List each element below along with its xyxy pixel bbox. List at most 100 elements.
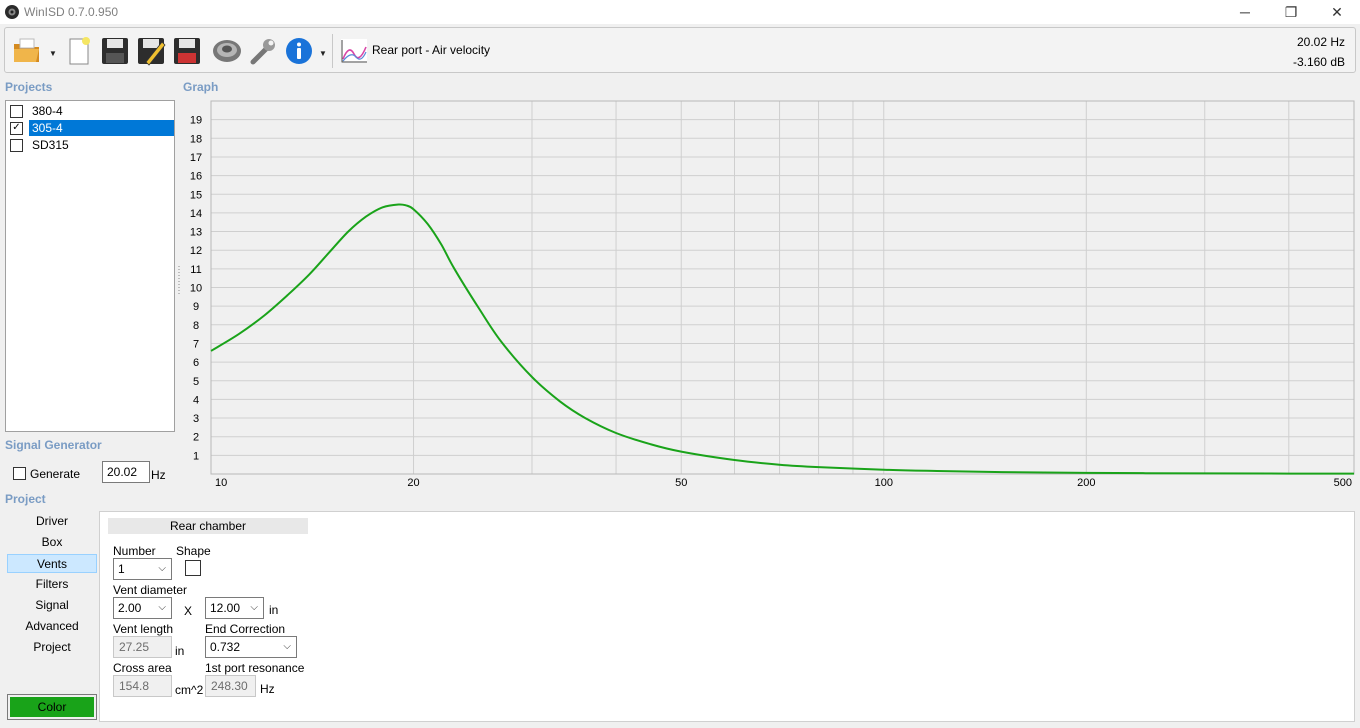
y-tick-label: 13 <box>190 227 202 239</box>
vents-panel: Rear chamber Number Shape 1 ⌵ Vent diame… <box>99 511 1355 722</box>
cursor-frequency-readout: 20.02 Hz <box>1296 35 1345 49</box>
graph-section-label: Graph <box>183 80 219 94</box>
generate-checkbox[interactable] <box>13 467 26 480</box>
port-resonance-field: 248.30 <box>205 675 256 697</box>
nav-driver[interactable]: Driver <box>7 512 97 531</box>
x-tick-label: 100 <box>875 477 893 489</box>
vent-second-dimension-select[interactable]: 12.00 ⌵ <box>205 597 264 619</box>
project-checkbox[interactable] <box>10 138 23 152</box>
chevron-down-icon: ⌵ <box>158 563 166 574</box>
air-velocity-graph[interactable]: 12345678910111213141516171819 10 20 50 100 2… <box>176 96 1356 492</box>
project-section-label: Project <box>5 492 46 506</box>
vent-length-label: Vent length <box>113 622 174 636</box>
graph-type-button[interactable] <box>339 33 369 69</box>
about-dropdown-caret-icon[interactable]: ▼ <box>319 49 327 58</box>
close-button[interactable]: ✕ <box>1314 0 1360 24</box>
project-item-380-4[interactable]: 380-4 <box>6 103 174 119</box>
number-select-value: 1 <box>118 562 125 576</box>
y-tick-label: 18 <box>190 133 202 145</box>
window-title: WinISD 0.7.0.950 <box>24 5 119 19</box>
port-resonance-unit: Hz <box>260 682 275 696</box>
open-folder-icon <box>14 38 39 62</box>
graph-selector-label[interactable]: Rear port - Air velocity <box>372 43 490 57</box>
chevron-down-icon: ⌵ <box>283 641 291 652</box>
save-as-button[interactable] <box>135 33 167 69</box>
generator-frequency-input[interactable] <box>102 461 150 483</box>
project-item-305-4[interactable]: ✓ 305-4 <box>6 120 174 136</box>
port-resonance-label: 1st port resonance <box>205 661 305 675</box>
y-tick-label: 6 <box>193 357 199 369</box>
x-axis-ticks: 10 20 50 100 200 500 <box>215 477 1352 489</box>
x-tick-label: 50 <box>675 477 687 489</box>
y-axis-ticks: 12345678910111213141516171819 <box>190 115 202 463</box>
projects-section-label: Projects <box>5 80 53 94</box>
x-tick-label: 10 <box>215 477 227 489</box>
vent-length-field: 27.25 <box>113 636 172 658</box>
generator-frequency-unit: Hz <box>151 468 166 482</box>
cursor-level-readout: -3.160 dB <box>1292 55 1345 69</box>
minimize-button[interactable]: ─ <box>1222 0 1268 24</box>
winisd-window: WinISD 0.7.0.950 ─ ❐ ✕ ▼ ▼ Rear port - A… <box>0 0 1360 728</box>
info-icon <box>286 38 312 64</box>
project-list[interactable]: 380-4 ✓ 305-4 SD315 <box>5 100 175 432</box>
chamber-header: Rear chamber <box>108 518 308 534</box>
color-button[interactable]: Color <box>7 694 97 720</box>
project-item-sd315[interactable]: SD315 <box>6 137 174 153</box>
y-tick-label: 1 <box>193 450 199 462</box>
y-tick-label: 11 <box>190 264 201 276</box>
shape-checkbox[interactable] <box>185 560 201 576</box>
dimension-unit: in <box>269 603 279 617</box>
speaker-driver-icon <box>213 40 241 62</box>
y-tick-label: 3 <box>193 413 199 425</box>
toolbar-separator <box>332 34 333 68</box>
project-name: 305-4 <box>29 120 174 136</box>
new-document-icon <box>69 37 90 65</box>
save-icon <box>102 38 128 64</box>
number-select[interactable]: 1 ⌵ <box>113 558 172 580</box>
app-icon <box>5 5 19 19</box>
nav-filters[interactable]: Filters <box>7 575 97 594</box>
project-checkbox[interactable] <box>10 104 23 118</box>
y-tick-label: 7 <box>193 338 199 350</box>
open-project-button[interactable] <box>11 33 43 69</box>
y-tick-label: 2 <box>193 432 199 444</box>
nav-advanced[interactable]: Advanced <box>7 617 97 636</box>
wrench-icon <box>250 39 275 65</box>
chevron-down-icon: ⌵ <box>158 602 166 613</box>
project-name: SD315 <box>32 138 69 152</box>
maximize-button[interactable]: ❐ <box>1268 0 1314 24</box>
end-correction-select[interactable]: 0.732 ⌵ <box>205 636 297 658</box>
about-button[interactable] <box>283 33 315 69</box>
cross-area-unit: cm^2 <box>175 683 204 697</box>
open-dropdown-caret-icon[interactable]: ▼ <box>49 49 57 58</box>
project-checkbox[interactable]: ✓ <box>10 121 23 135</box>
color-swatch: Color <box>10 697 94 717</box>
vent-diameter-value: 2.00 <box>118 601 142 615</box>
x-tick-label: 200 <box>1077 477 1095 489</box>
y-tick-label: 12 <box>190 245 202 257</box>
shape-label: Shape <box>176 544 211 558</box>
nav-project[interactable]: Project <box>7 638 97 657</box>
nav-vents[interactable]: Vents <box>7 554 97 573</box>
save-all-button[interactable] <box>171 33 203 69</box>
nav-box[interactable]: Box <box>7 533 97 552</box>
y-tick-label: 14 <box>190 208 202 220</box>
nav-signal[interactable]: Signal <box>7 596 97 615</box>
save-all-icon <box>174 38 200 64</box>
vent-second-dimension-value: 12.00 <box>210 601 241 615</box>
vent-diameter-select[interactable]: 2.00 ⌵ <box>113 597 172 619</box>
driver-editor-button[interactable] <box>211 33 243 69</box>
y-tick-label: 16 <box>190 171 202 183</box>
signal-generator-section-label: Signal Generator <box>5 438 102 452</box>
title-bar: WinISD 0.7.0.950 ─ ❐ ✕ <box>0 0 1360 24</box>
save-button[interactable] <box>99 33 131 69</box>
cross-area-field: 154.8 <box>113 675 172 697</box>
y-tick-label: 4 <box>193 394 199 406</box>
options-button[interactable] <box>247 33 279 69</box>
y-tick-label: 9 <box>193 301 199 313</box>
vent-diameter-label: Vent diameter <box>113 583 188 597</box>
number-label: Number <box>113 544 156 558</box>
end-correction-label: End Correction <box>205 622 286 636</box>
new-project-button[interactable] <box>63 33 95 69</box>
cross-area-label: Cross area <box>113 661 172 675</box>
